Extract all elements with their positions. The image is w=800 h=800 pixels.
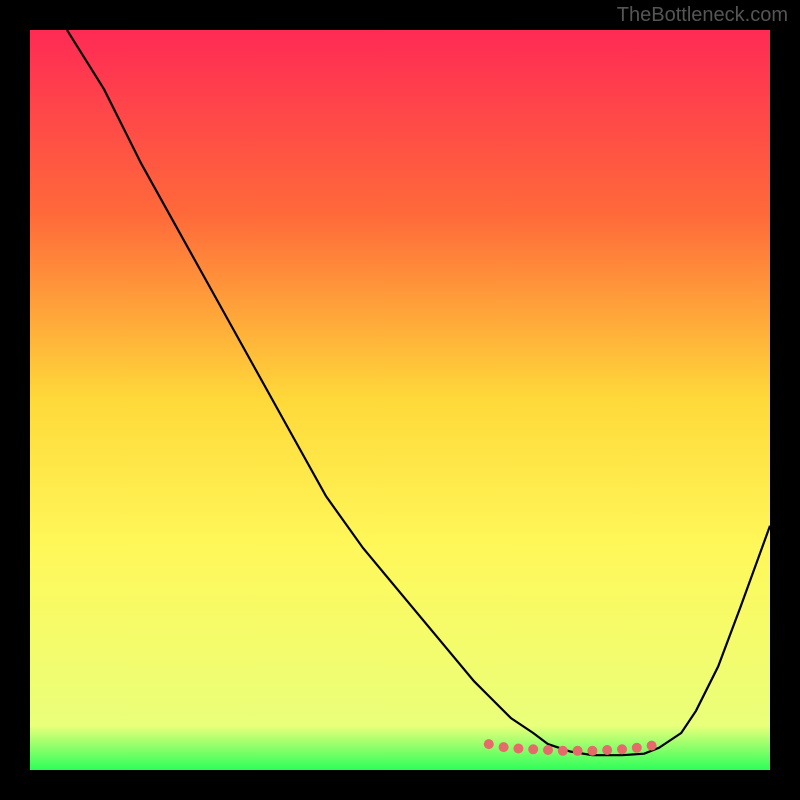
highlight-dot (513, 744, 523, 754)
highlight-dot (602, 745, 612, 755)
chart-background (30, 30, 770, 770)
watermark-text: TheBottleneck.com (617, 4, 788, 27)
highlight-dot (617, 744, 627, 754)
highlight-dot (484, 739, 494, 749)
highlight-dot (647, 741, 657, 751)
highlight-dot (587, 746, 597, 756)
highlight-dot (499, 742, 509, 752)
highlight-dot (573, 746, 583, 756)
chart-svg (30, 30, 770, 770)
highlight-dot (543, 745, 553, 755)
highlight-dot (528, 744, 538, 754)
chart-plot-area (30, 30, 770, 770)
highlight-dot (632, 743, 642, 753)
highlight-dot (558, 746, 568, 756)
